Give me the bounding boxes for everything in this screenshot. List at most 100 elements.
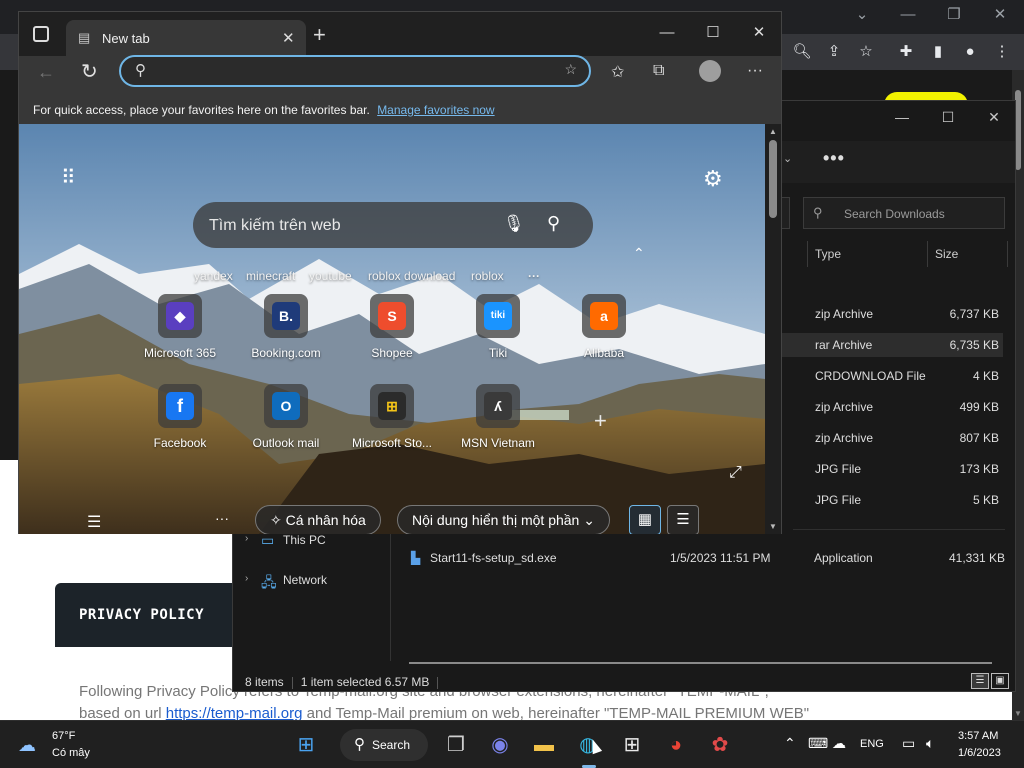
suggestion-link[interactable]: minecraft [246, 269, 295, 283]
file-row[interactable]: zip Archive 6,737 KB [781, 302, 1003, 326]
collapse-caret-icon[interactable]: ⌃ [633, 245, 645, 262]
file-row[interactable]: JPG File 173 KB [781, 457, 1003, 481]
content-visibility-dropdown[interactable]: Nội dung hiển thị một phần ⌄ [397, 505, 610, 534]
new-tab-plus-icon[interactable]: + [313, 22, 326, 48]
close-icon[interactable]: ✕ [971, 107, 1017, 127]
tab-new-tab[interactable]: ▤ New tab ✕ [66, 20, 306, 56]
add-favorite-icon[interactable]: ☆ [564, 61, 577, 78]
quick-link-tile[interactable]: ⊞ Microsoft Sto... [342, 384, 442, 470]
favorites-icon[interactable]: ✩ [611, 62, 624, 82]
close-tab-icon[interactable]: ✕ [282, 29, 295, 47]
close-icon[interactable]: ✕ [978, 4, 1022, 26]
manage-favorites-link[interactable]: Manage favorites now [377, 103, 494, 117]
column-header-type[interactable]: Type [815, 247, 841, 261]
column-header-size[interactable]: Size [935, 247, 958, 261]
address-bar[interactable]: ⚲ ☆ [119, 55, 591, 87]
chevron-right-icon[interactable]: › [245, 573, 248, 584]
page-scrollbar[interactable]: ▲ ▼ [765, 124, 781, 534]
extensions-icon[interactable]: ✚ [894, 41, 918, 63]
minimize-icon[interactable]: — [879, 107, 925, 127]
side-panel-icon[interactable]: ▮ [926, 41, 950, 63]
file-row[interactable]: CRDOWNLOAD File 4 KB [781, 364, 1003, 388]
search-icon[interactable]: ⚲ [547, 213, 560, 234]
quick-link-tile[interactable]: B. Booking.com [236, 294, 336, 380]
keyboard-icon[interactable]: ⌨ [808, 735, 828, 752]
grid-view-icon[interactable]: ▦ [629, 505, 661, 534]
pane-divider[interactable] [390, 531, 391, 661]
chrome-icon[interactable]: ◕ [662, 731, 690, 759]
collections-icon[interactable]: ⧉ [653, 62, 664, 80]
windows-start-icon[interactable]: ⊞ [292, 731, 320, 759]
taskbar-search[interactable]: ⚲ Search [340, 729, 428, 761]
quick-link-tile[interactable]: f Facebook [130, 384, 230, 470]
suggestion-link[interactable]: roblox [471, 269, 504, 283]
share-icon[interactable]: ⇪ [822, 41, 846, 63]
cloud-sync-icon[interactable]: ☁ [832, 735, 846, 752]
chevron-down-icon[interactable]: ⌄ [783, 152, 792, 165]
quick-link-tile[interactable]: ʎ MSN Vietnam [448, 384, 548, 470]
gear-icon[interactable]: ⚙ [703, 166, 723, 192]
add-quick-link-icon[interactable]: + [594, 408, 607, 434]
quick-link-tile[interactable]: a Alibaba [554, 294, 654, 380]
large-icons-view-icon[interactable]: ▣ [991, 673, 1009, 689]
clock-date[interactable]: 1/6/2023 [958, 747, 1001, 759]
search-icon[interactable]: 🔍︎ [790, 41, 814, 63]
close-icon[interactable]: ✕ [737, 22, 781, 44]
details-view-icon[interactable]: ☰ [971, 673, 989, 689]
chevron-right-icon[interactable]: › [245, 533, 248, 544]
quick-link-tile[interactable]: ◆ Microsoft 365 [130, 294, 230, 380]
minimize-icon[interactable]: — [645, 22, 689, 44]
profile-avatar-icon[interactable] [699, 60, 721, 82]
profile-icon[interactable]: ● [958, 41, 982, 63]
file-row[interactable]: JPG File 5 KB [781, 488, 1003, 512]
tab-actions-icon[interactable] [33, 26, 49, 42]
quick-link-tile[interactable]: O Outlook mail [236, 384, 336, 470]
personalize-button[interactable]: ✧ Cá nhân hóa [255, 505, 381, 534]
volume-icon[interactable]: 🔈︎ [926, 735, 934, 752]
clock-time[interactable]: 3:57 AM [958, 730, 998, 742]
weather-condition[interactable]: Có mây [52, 747, 90, 759]
quick-link-tile[interactable]: tiki Tiki [448, 294, 548, 380]
expand-icon[interactable]: ⤢ [729, 464, 742, 482]
column-separator[interactable] [1007, 241, 1008, 267]
column-separator[interactable] [807, 241, 808, 267]
file-row-selected[interactable]: rar Archive 6,735 KB [781, 333, 1003, 357]
more-options-icon[interactable]: ··· [215, 510, 229, 526]
microphone-icon[interactable]: 🎙︎ [503, 214, 525, 234]
back-arrow-icon[interactable]: ← [37, 62, 55, 83]
network-icon[interactable]: ▭ [902, 735, 915, 752]
settings-more-icon[interactable]: ··· [747, 62, 763, 80]
more-options-icon[interactable]: ••• [823, 148, 845, 169]
search-downloads-box[interactable]: ⚲ Search Downloads [803, 197, 1005, 229]
suggestion-link[interactable]: youtube [309, 269, 352, 283]
suggestion-link[interactable]: roblox download [368, 269, 455, 283]
weather-temp[interactable]: 67°F [52, 730, 75, 742]
minimize-icon[interactable]: — [886, 4, 930, 26]
column-separator[interactable] [927, 241, 928, 267]
show-hidden-icons-icon[interactable]: ⌃ [784, 735, 796, 752]
more-suggestions-icon[interactable]: ··· [528, 269, 540, 283]
file-name[interactable]: Start11-fs-setup_sd.exe [430, 551, 557, 567]
refresh-icon[interactable]: ↻ [81, 59, 98, 84]
web-search-box[interactable]: Tìm kiếm trên web 🎙︎ ⚲ [193, 202, 593, 248]
hamburger-menu-icon[interactable]: ☰ [87, 512, 101, 532]
language-indicator[interactable]: ENG [860, 738, 884, 750]
maximize-icon[interactable]: ☐ [691, 22, 735, 44]
chrome-menu-icon[interactable]: ⋮ [990, 41, 1014, 63]
microsoft-store-icon[interactable]: ⊞ [618, 731, 646, 759]
teams-chat-icon[interactable]: ◉ [486, 731, 514, 759]
list-view-icon[interactable]: ☰ [667, 505, 699, 534]
suggestion-link[interactable]: yandex [194, 269, 233, 283]
file-explorer-icon[interactable]: ▬ [530, 731, 558, 759]
restore-icon[interactable]: ❐ [932, 4, 976, 26]
chevron-down-icon[interactable]: ⌄ [840, 4, 884, 26]
quick-link-tile[interactable]: S Shopee [342, 294, 442, 380]
cloud-icon[interactable]: ☁ [18, 735, 36, 756]
app-icon[interactable]: ✿ [706, 731, 734, 759]
bookmark-star-icon[interactable]: ☆ [854, 41, 878, 63]
horizontal-scrollbar[interactable] [409, 662, 992, 664]
task-view-icon[interactable]: ❐ [442, 731, 470, 759]
file-row[interactable]: zip Archive 807 KB [781, 426, 1003, 450]
apps-grid-icon[interactable]: ⠿ [61, 168, 76, 188]
file-row[interactable]: zip Archive 499 KB [781, 395, 1003, 419]
